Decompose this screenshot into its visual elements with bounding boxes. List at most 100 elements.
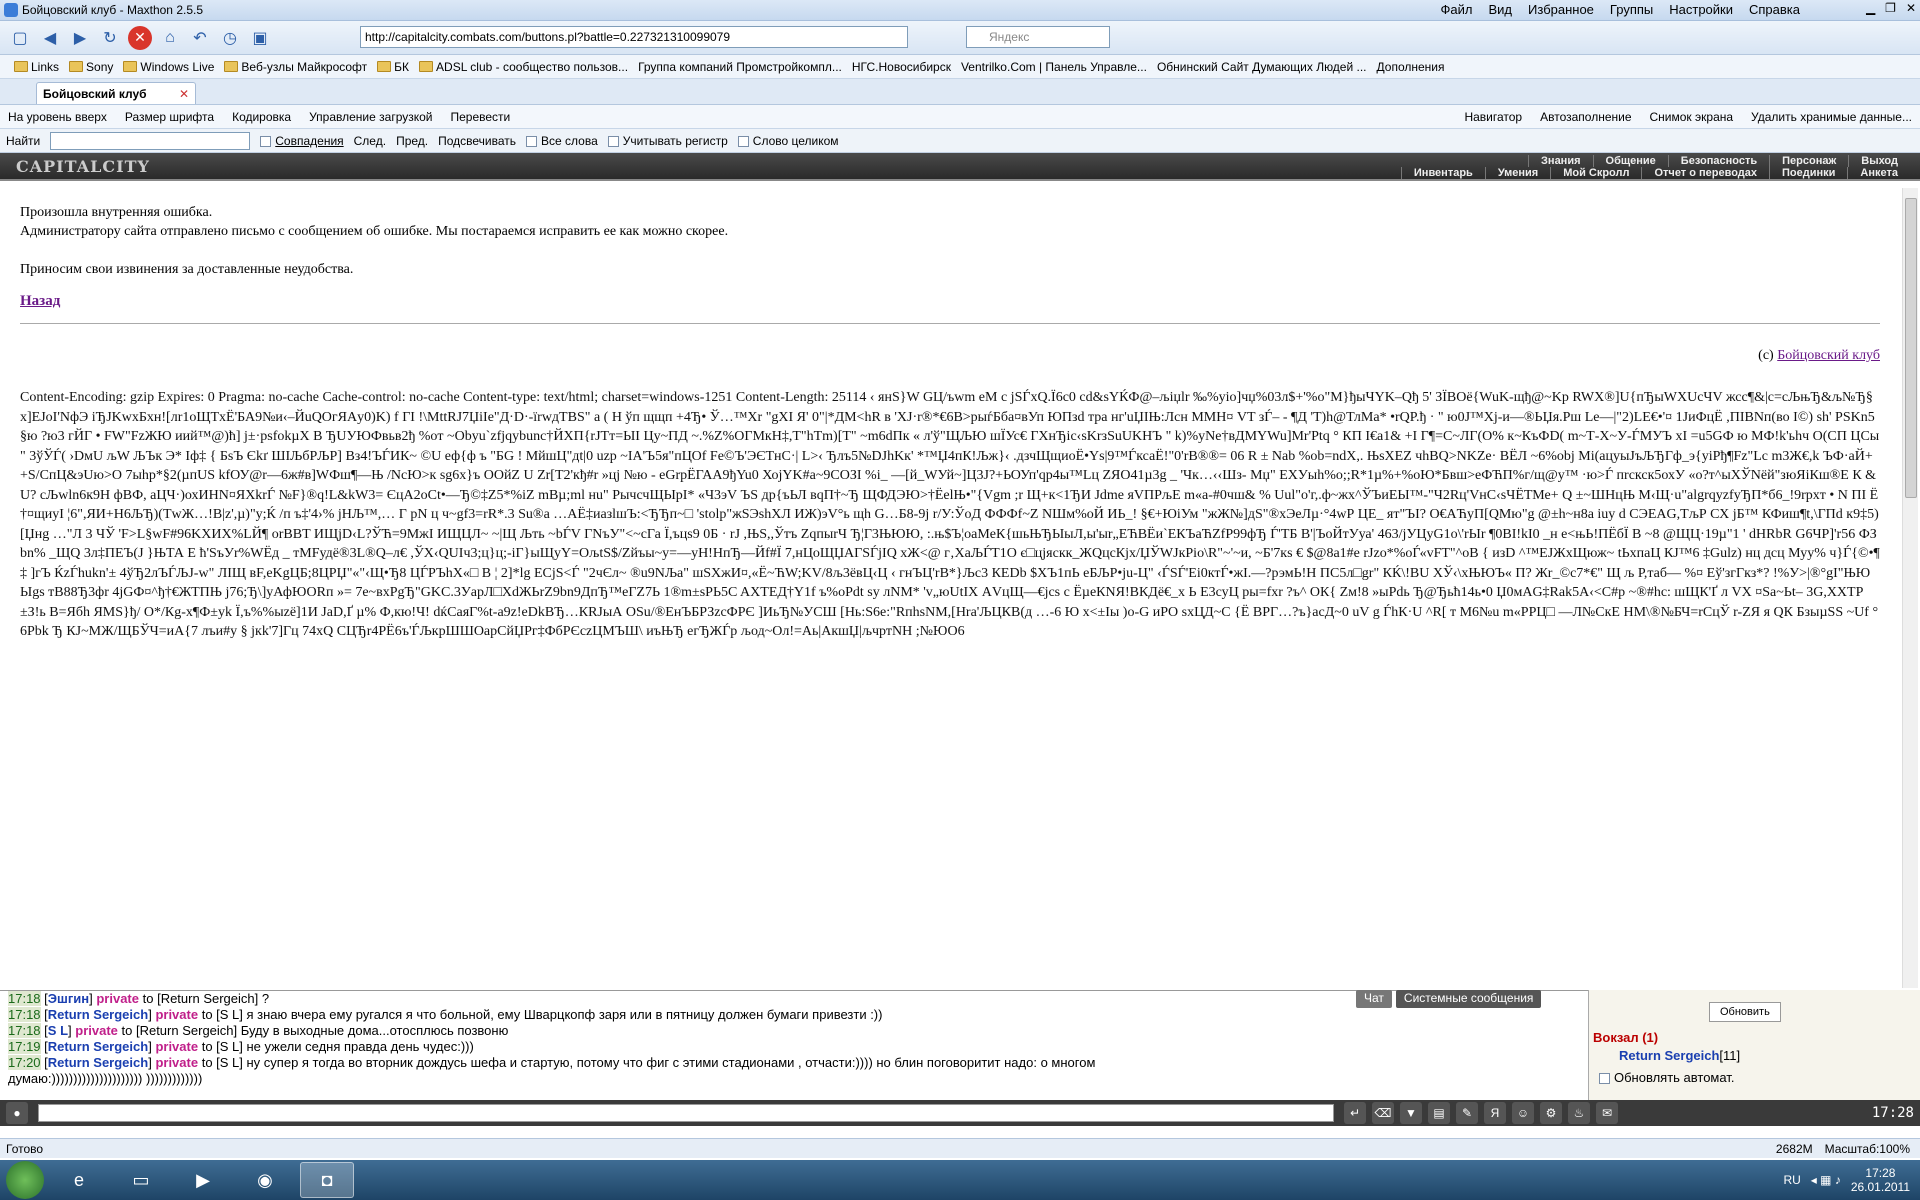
menu-security[interactable]: Безопасность [1667,155,1769,167]
history-icon[interactable]: ◷ [218,26,242,50]
online-user[interactable]: Return Sergeich[11] [1619,1048,1740,1063]
maximize-icon[interactable]: ❐ [1885,1,1896,15]
bookmark-obninsk[interactable]: Обнинский Сайт Думающих Людей ... [1157,60,1367,74]
checkbox[interactable] [526,135,538,147]
auto-refresh-option[interactable]: Обновлять автомат. [1599,1070,1734,1085]
back-icon[interactable]: ◀ [38,26,62,50]
bookmark-ngs[interactable]: НГС.Новосибирск [852,60,951,74]
navigator-button[interactable]: Навигатор [1464,110,1522,124]
tray-clock[interactable]: 17:28 26.01.2011 [1851,1166,1910,1194]
address-bar[interactable]: http://capitalcity.combats.com/buttons.p… [360,26,908,48]
vertical-scrollbar[interactable] [1902,188,1918,988]
menu-communication[interactable]: Общение [1592,155,1668,167]
bookmark-microsoft[interactable]: Веб-узлы Майкрософт [224,60,367,74]
tab-system[interactable]: Системные сообщения [1395,990,1542,1008]
tools-icon[interactable]: ✎ [1456,1102,1478,1124]
bookmark-links[interactable]: Links [14,60,59,74]
chat-menu-icon[interactable]: ● [6,1102,28,1124]
all-words-option[interactable]: Все слова [526,134,598,148]
menu-help[interactable]: Справка [1749,2,1800,17]
bookmark-promstroy[interactable]: Группа компаний Промстройкомпл... [638,60,842,74]
bookmark-sony[interactable]: Sony [69,60,113,74]
qip-icon[interactable]: ◉ [238,1162,292,1198]
new-tab-icon[interactable]: ▢ [8,26,32,50]
forward-icon[interactable]: ▶ [68,26,92,50]
menu-skills[interactable]: Умения [1484,167,1550,179]
menu-knowledge[interactable]: Знания [1528,155,1592,167]
home-icon[interactable]: ⌂ [158,26,182,50]
window-icon[interactable]: ▣ [248,26,272,50]
menu-profile[interactable]: Анкета [1847,167,1910,179]
snapshot-button[interactable]: Снимок экрана [1650,110,1734,124]
checkbox[interactable] [737,135,749,147]
send-icon[interactable]: ↵ [1344,1102,1366,1124]
bookmark-windows-live[interactable]: Windows Live [123,60,214,74]
menu-view[interactable]: Вид [1489,2,1513,17]
chat-input[interactable] [38,1104,1334,1122]
save-icon[interactable]: ▤ [1428,1102,1450,1124]
chat-tabs: Чат Системные сообщения [1356,990,1596,1008]
filter-icon[interactable]: ▼ [1400,1102,1422,1124]
fight-club-link[interactable]: Бойцовский клуб [1777,348,1880,363]
close-icon[interactable]: ✕ [1906,1,1916,15]
ie-icon[interactable]: e [52,1162,106,1198]
scroll-thumb[interactable] [1905,198,1917,498]
next-button[interactable]: След. [354,134,386,148]
tab-chat[interactable]: Чат [1356,990,1392,1008]
back-link[interactable]: Назад [20,293,1880,310]
refresh-button[interactable]: Обновить [1709,1002,1781,1022]
downloads-button[interactable]: Управление загрузкой [309,110,432,124]
memory-usage: 2682M [1775,1141,1813,1156]
minimize-icon[interactable]: ▁ [1866,1,1875,15]
menu-exit[interactable]: Выход [1848,155,1910,167]
checkbox[interactable] [607,135,619,147]
tab-fight-club[interactable]: Бойцовский клуб ✕ [36,82,196,104]
prev-button[interactable]: Пред. [396,134,428,148]
autofill-button[interactable]: Автозаполнение [1540,110,1631,124]
clear-icon[interactable]: ⌫ [1372,1102,1394,1124]
zoom-level[interactable]: Масштаб:100% [1825,1142,1910,1156]
smile-icon[interactable]: ☺ [1512,1102,1534,1124]
menu-settings[interactable]: Настройки [1669,2,1733,17]
stop-icon[interactable]: ✕ [128,25,152,50]
menu-favorites[interactable]: Избранное [1528,2,1594,17]
menu-transfers[interactable]: Отчет о переводах [1641,167,1769,179]
highlight-button[interactable]: Подсвечивать [438,134,516,148]
matches-option[interactable]: Совпадения [260,134,344,148]
find-input[interactable] [50,131,251,150]
chat-tools: ↵ ⌫ ▼ ▤ ✎ Я ☺ ⚙ ♨ ✉ [1344,1102,1618,1124]
menu-file[interactable]: Файл [1441,2,1473,17]
bookmark-addons[interactable]: Дополнения [1377,60,1445,74]
translate-button[interactable]: Перевести [451,110,511,124]
translit-icon[interactable]: Я [1484,1102,1506,1124]
language-indicator[interactable]: RU [1783,1173,1800,1187]
explorer-icon[interactable]: ▭ [114,1162,168,1198]
up-level-button[interactable]: На уровень вверх [8,110,107,124]
start-button[interactable] [6,1161,44,1199]
encoding-button[interactable]: Кодировка [232,110,291,124]
bookmark-adsl[interactable]: ADSL club - сообщество пользов... [419,60,628,74]
menu-inventory[interactable]: Инвентарь [1400,167,1485,179]
bookmark-bk[interactable]: БК [377,60,409,74]
font-size-button[interactable]: Размер шрифта [125,110,214,124]
undo-icon[interactable]: ↶ [188,26,212,50]
refresh-icon[interactable]: ↻ [98,26,122,50]
menu-groups[interactable]: Группы [1610,2,1653,17]
media-player-icon[interactable]: ▶ [176,1162,230,1198]
scroll-icon[interactable]: ✉ [1596,1102,1618,1124]
bookmark-ventrilko[interactable]: Ventrilko.Com | Панель Управле... [961,60,1147,74]
search-input[interactable]: Яндекс [966,26,1110,48]
chat-line: 17:18 [S L] private to [Return Sergeich]… [8,1023,509,1038]
menu-battles[interactable]: Поединки [1769,167,1847,179]
close-tab-icon[interactable]: ✕ [179,87,189,101]
checkbox[interactable] [260,135,272,147]
menu-character[interactable]: Персонаж [1769,155,1848,167]
maxthon-taskbar-icon[interactable]: ◘ [300,1162,354,1198]
settings-icon[interactable]: ⚙ [1540,1102,1562,1124]
delete-data-button[interactable]: Удалить хранимые данные... [1751,110,1912,124]
checkbox[interactable] [1599,1073,1610,1085]
case-option[interactable]: Учитывать регистр [607,134,728,148]
menu-scroll[interactable]: Мой Скролл [1550,167,1641,179]
whole-word-option[interactable]: Слово целиком [737,134,839,148]
bottle-icon[interactable]: ♨ [1568,1102,1590,1124]
